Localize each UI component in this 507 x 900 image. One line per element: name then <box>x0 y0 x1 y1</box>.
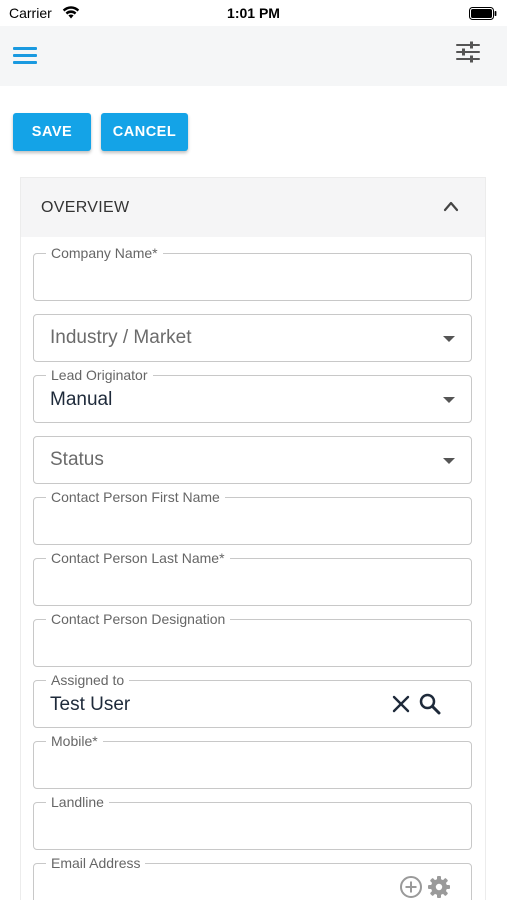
overview-header[interactable]: OVERVIEW <box>21 178 485 237</box>
industry-market-select[interactable]: Industry / Market <box>33 314 472 362</box>
search-icon[interactable] <box>419 693 441 715</box>
add-circle-icon[interactable] <box>399 875 423 899</box>
company-name-field[interactable]: Company Name* <box>33 245 472 301</box>
field-label: Contact Person First Name <box>46 489 225 505</box>
field-label: Contact Person Last Name* <box>46 550 230 566</box>
field-label: Company Name* <box>46 245 163 261</box>
field-label: Lead Originator <box>46 367 153 383</box>
field-label: Email Address <box>46 855 146 871</box>
clock: 1:01 PM <box>227 5 280 21</box>
field-label: Contact Person Designation <box>46 611 231 627</box>
select-value: Manual <box>50 389 113 410</box>
dropdown-caret-icon <box>443 397 455 403</box>
field-label: Mobile* <box>46 733 103 749</box>
field-label: Assigned to <box>46 672 130 688</box>
landline-field[interactable]: Landline <box>33 794 472 850</box>
mobile-field[interactable]: Mobile* <box>33 733 472 789</box>
contact-designation-field[interactable]: Contact Person Designation <box>33 611 472 667</box>
chevron-up-icon[interactable] <box>443 200 459 212</box>
select-placeholder: Industry / Market <box>50 327 192 348</box>
cancel-button[interactable]: CANCEL <box>101 113 188 151</box>
status-bar: Carrier 1:01 PM <box>0 0 507 26</box>
sliders-icon[interactable] <box>455 40 481 64</box>
dropdown-caret-icon <box>443 458 455 464</box>
hamburger-icon[interactable] <box>13 44 37 64</box>
app-header <box>0 26 507 86</box>
status-select[interactable]: Status <box>33 436 472 484</box>
gear-icon[interactable] <box>427 875 451 899</box>
dropdown-caret-icon <box>443 336 455 342</box>
field-value: Test User <box>50 694 131 715</box>
contact-last-name-field[interactable]: Contact Person Last Name* <box>33 550 472 606</box>
email-address-field[interactable]: Email Address <box>33 855 472 900</box>
field-label: Landline <box>46 794 109 810</box>
clear-icon[interactable] <box>391 694 411 714</box>
section-title: OVERVIEW <box>41 199 130 216</box>
lead-originator-select[interactable]: Lead Originator Manual <box>33 367 472 423</box>
select-placeholder: Status <box>50 449 104 470</box>
contact-first-name-field[interactable]: Contact Person First Name <box>33 489 472 545</box>
save-button[interactable]: SAVE <box>13 113 91 151</box>
battery-icon <box>469 7 497 20</box>
assigned-to-field[interactable]: Assigned to Test User <box>33 672 472 728</box>
